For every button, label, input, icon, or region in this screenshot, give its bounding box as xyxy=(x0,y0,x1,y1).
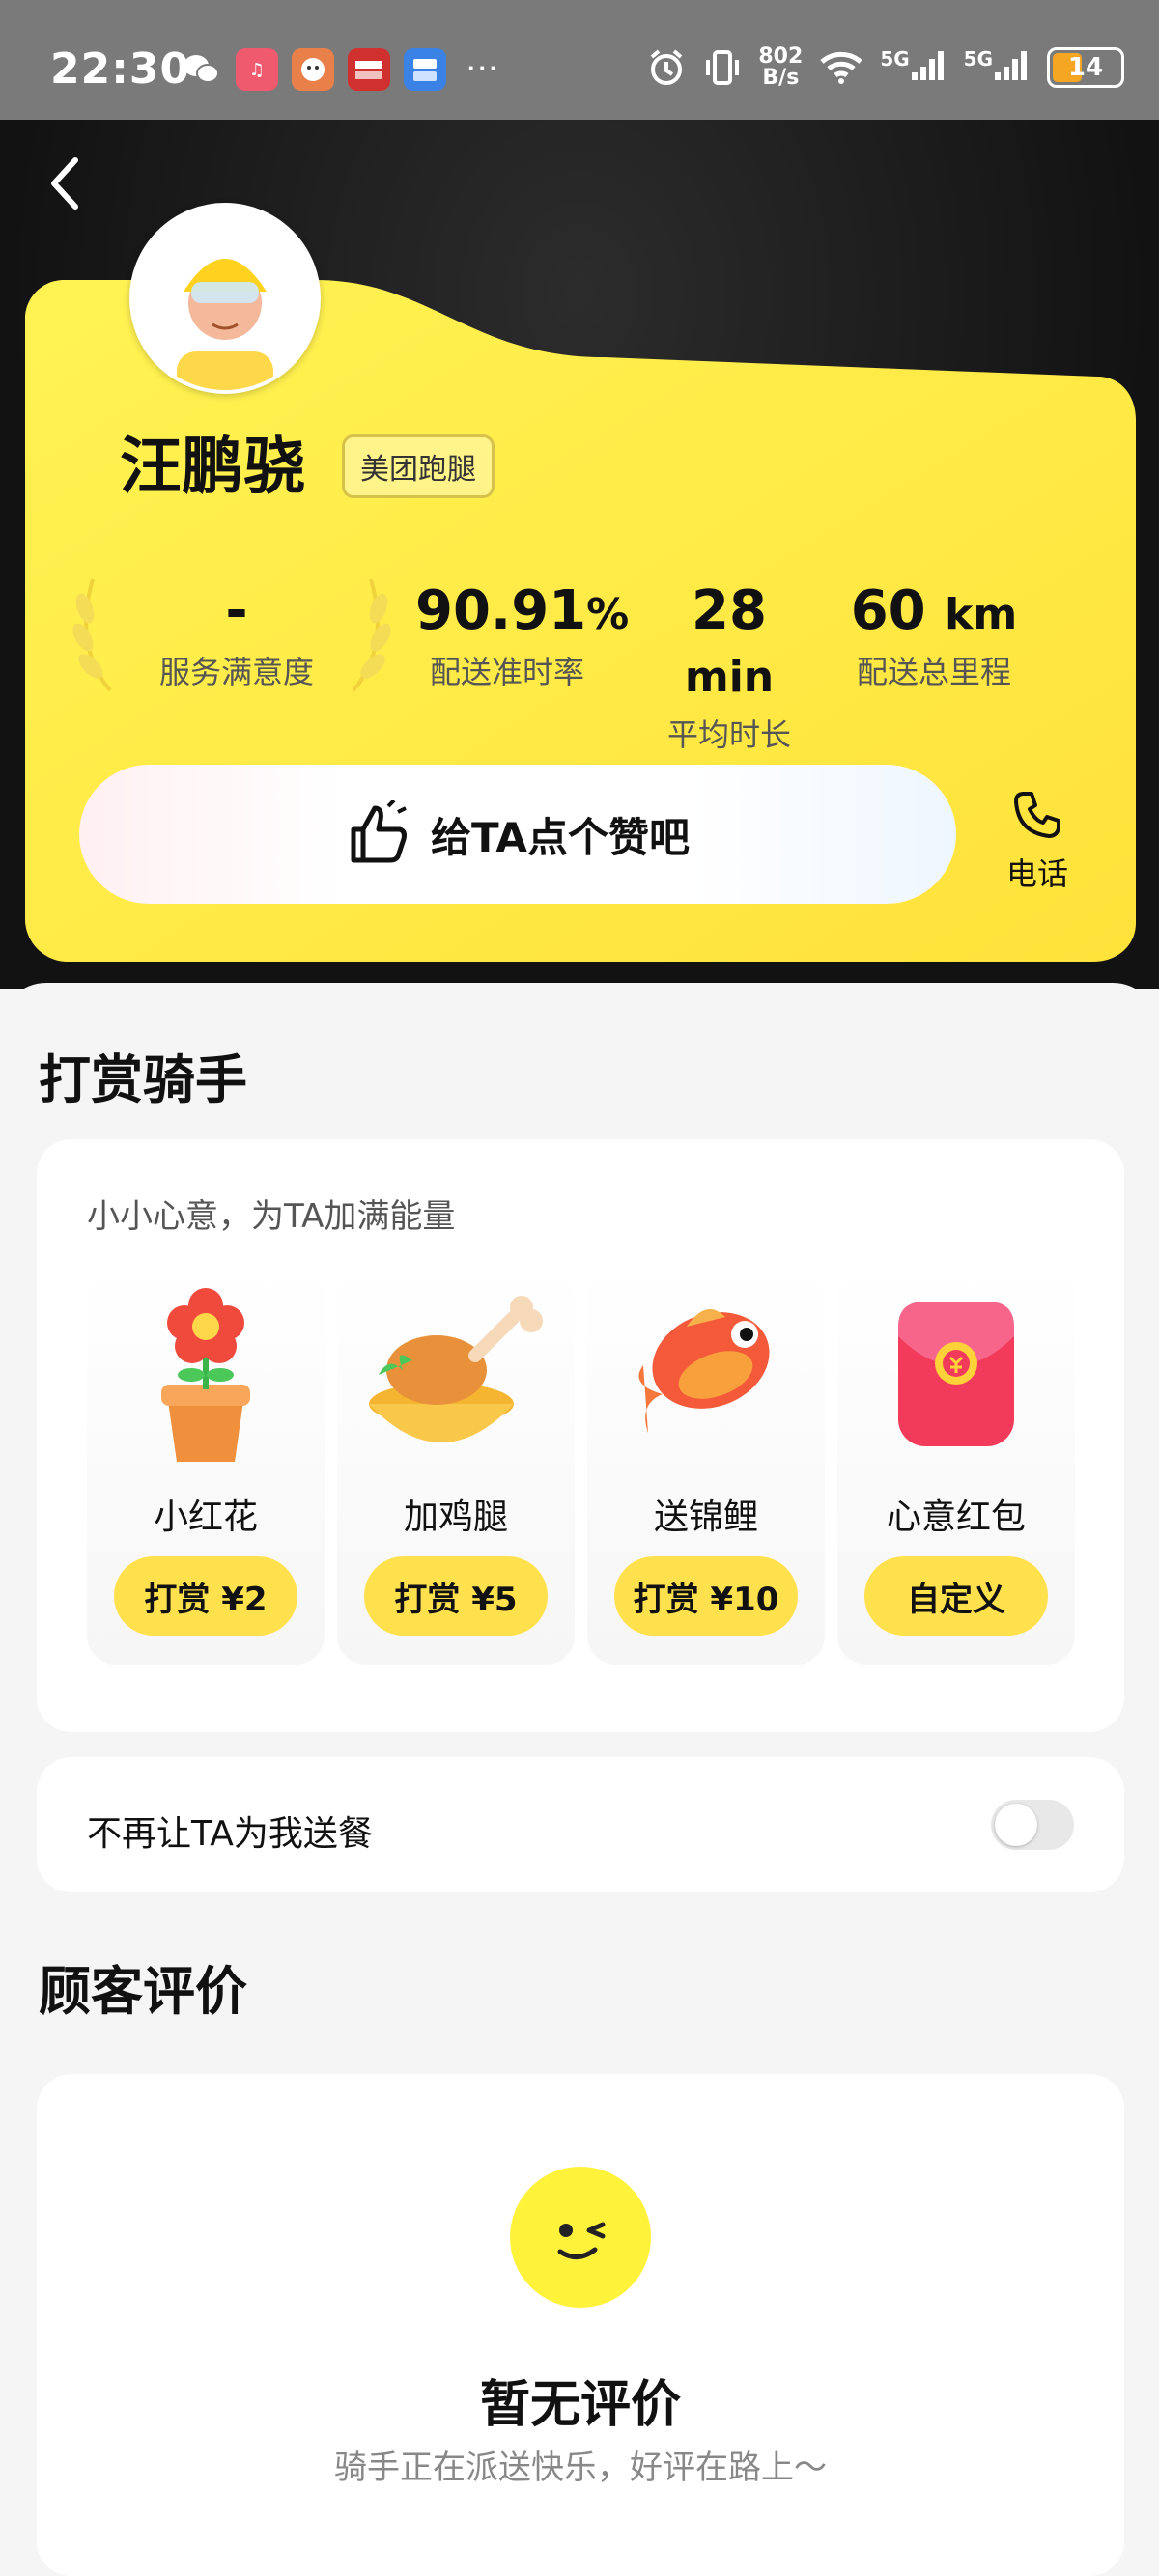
stat-value: - xyxy=(225,579,248,642)
gift-card-chicken-leg: 加鸡腿 打赏 ¥5 xyxy=(337,1269,575,1665)
gift-name: 送锦鲤 xyxy=(653,1498,758,1537)
tip-custom-button[interactable]: 自定义 xyxy=(864,1556,1048,1636)
pay-icon xyxy=(348,48,390,91)
gift-name: 心意红包 xyxy=(886,1498,1026,1537)
reviews-panel: 暂无评价 骑手正在派送快乐，好评在路上～ xyxy=(37,2074,1124,2576)
tip-section-title: 打赏骑手 xyxy=(39,1050,247,1110)
stat-value: 60 xyxy=(850,579,926,642)
gift-name: 小红花 xyxy=(153,1498,258,1537)
stat-label: 服务满意度 xyxy=(158,654,314,690)
stat-value: 28 xyxy=(692,579,767,642)
tip-10-button[interactable]: 打赏 ¥10 xyxy=(614,1556,798,1636)
red-envelope-icon xyxy=(898,1302,1014,1446)
phone-label: 电话 xyxy=(1006,855,1069,892)
signal-1: 5G xyxy=(880,47,947,89)
vibrate-icon xyxy=(706,50,740,85)
tip-subtitle: 小小心意，为TA加满能量 xyxy=(87,1197,456,1236)
music-icon: ♫ xyxy=(236,48,278,91)
battery-indicator: 14 xyxy=(1047,47,1124,88)
tip-2-button[interactable]: 打赏 ¥2 xyxy=(114,1556,297,1636)
rider-service-tag: 美团跑腿 xyxy=(342,434,495,498)
stat-total-distance: 60 km 配送总里程 xyxy=(842,579,1026,692)
gift-card-koi: 送锦鲤 打赏 ¥10 xyxy=(587,1269,825,1665)
chicken-leg-icon xyxy=(369,1296,543,1442)
wink-face-icon xyxy=(510,2167,651,2308)
stat-label: 平均时长 xyxy=(666,716,791,753)
stat-average-duration: 28 min 平均时长 xyxy=(642,579,816,755)
stat-label: 配送总里程 xyxy=(856,654,1011,690)
call-rider-button[interactable]: 电话 xyxy=(1006,788,1068,894)
tip-panel: 小小心意，为TA加满能量 小红花 打赏 ¥2 加鸡腿 打赏 ¥5 送锦鲤 打赏 … xyxy=(37,1139,1124,1732)
no-delivery-label: 不再让TA为我送餐 xyxy=(87,1814,373,1854)
wechat-icon xyxy=(180,48,222,91)
thumbs-up-icon xyxy=(351,800,408,863)
no-delivery-toggle[interactable] xyxy=(991,1800,1074,1850)
tip-5-button[interactable]: 打赏 ¥5 xyxy=(364,1556,548,1636)
flower-icon xyxy=(161,1288,250,1462)
live-icon xyxy=(404,48,446,91)
game-icon xyxy=(292,48,334,91)
rider-avatar xyxy=(129,203,321,394)
no-delivery-row: 不再让TA为我送餐 xyxy=(37,1757,1124,1892)
system-indicators: 802 B/s 5G 5G 14 xyxy=(646,46,1124,89)
stat-on-time-rate: 90.91% 配送准时率 xyxy=(415,579,630,690)
gift-name: 加鸡腿 xyxy=(403,1498,508,1537)
wifi-icon xyxy=(820,51,862,84)
notification-icons: ♫ ··· xyxy=(180,48,498,91)
empty-reviews-title: 暂无评价 xyxy=(479,2376,681,2434)
rider-name: 汪鹏骁 xyxy=(120,432,305,503)
signal-2: 5G xyxy=(964,47,1032,89)
like-button-label: 给TA点个赞吧 xyxy=(431,813,690,861)
stat-value: 90.91 xyxy=(415,579,587,642)
gift-card-flower: 小红花 打赏 ¥2 xyxy=(87,1269,325,1665)
empty-reviews-subtitle: 骑手正在派送快乐，好评在路上～ xyxy=(334,2449,827,2487)
alarm-icon xyxy=(651,49,683,85)
status-time: 22:30 xyxy=(50,44,191,94)
status-bar: 22:30 ♫ ··· 802 B/s 5G 5G 14 xyxy=(0,0,1159,120)
network-speed: 802 B/s xyxy=(758,44,804,90)
laurel-left-icon xyxy=(72,578,112,692)
laurel-right-icon xyxy=(352,578,391,692)
more-notifications-icon: ··· xyxy=(466,49,499,89)
gift-card-red-envelope: 心意红包 自定义 xyxy=(837,1269,1075,1665)
stat-satisfaction: - 服务满意度 xyxy=(145,579,328,692)
content-sheet: 打赏骑手 小小心意，为TA加满能量 小红花 打赏 ¥2 加鸡腿 打赏 ¥5 送锦… xyxy=(0,983,1159,2576)
reviews-section-title: 顾客评价 xyxy=(39,1961,247,2022)
like-button[interactable]: 给TA点个赞吧 xyxy=(79,765,956,904)
stat-label: 配送准时率 xyxy=(429,654,584,690)
back-arrow-icon[interactable] xyxy=(46,154,85,212)
phone-icon xyxy=(1014,792,1060,838)
koi-fish-icon xyxy=(638,1309,770,1433)
